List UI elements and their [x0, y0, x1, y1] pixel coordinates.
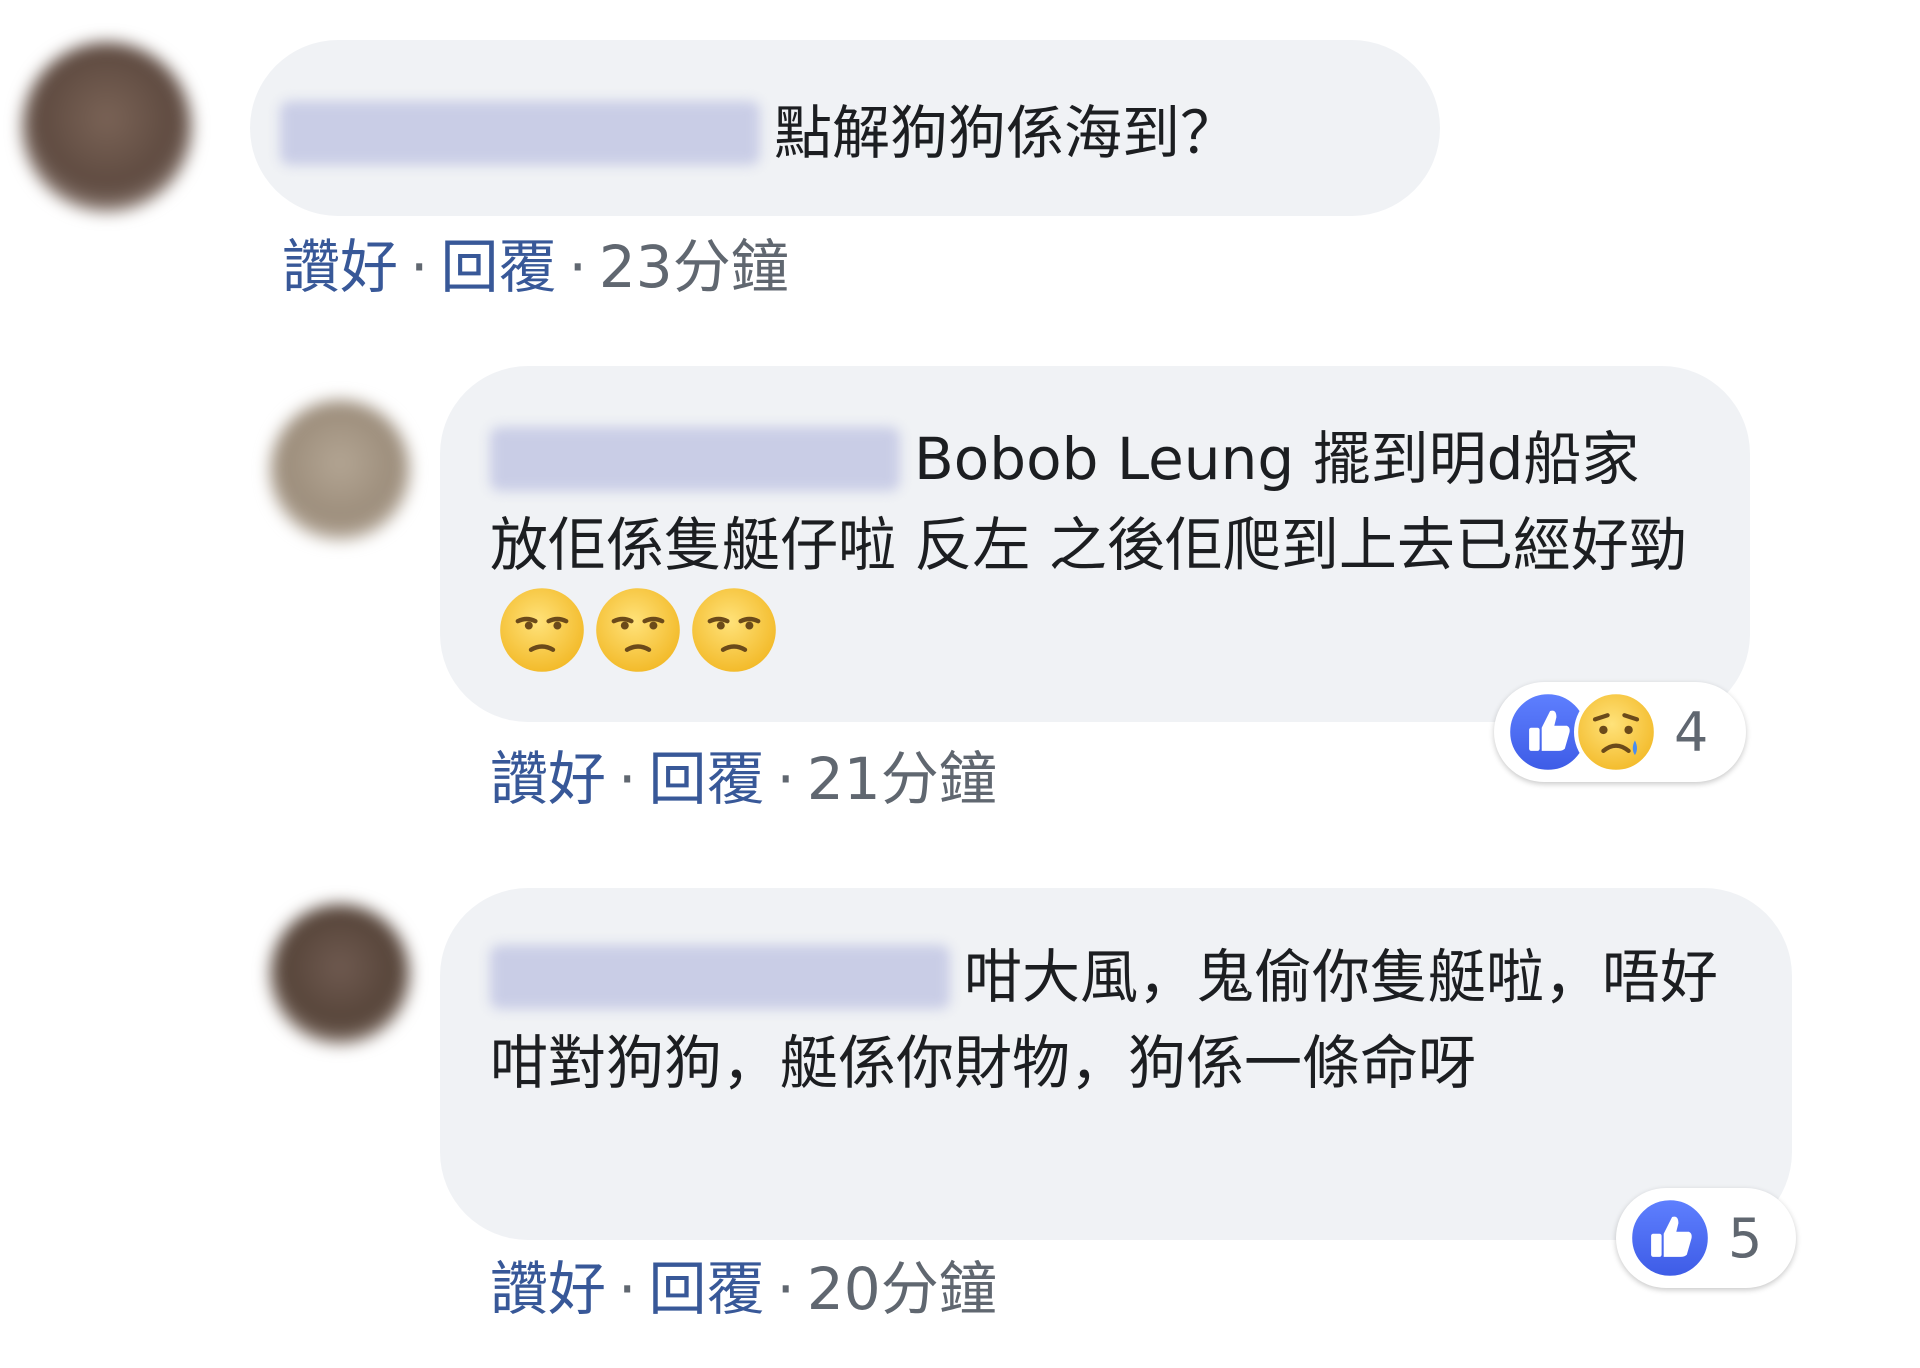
comment-actions: 讚好 · 回覆 · 23分鐘 — [282, 232, 789, 302]
separator-dot: · — [776, 745, 795, 813]
reply-link[interactable]: 回覆 — [648, 1255, 764, 1323]
comment-actions: 讚好 · 回覆 · 21分鐘 — [490, 744, 997, 814]
reaction-count: 4 — [1674, 700, 1709, 764]
comment-text: 點解狗狗係海到？ — [774, 98, 1239, 167]
separator-dot: · — [410, 233, 429, 301]
reactions-summary[interactable]: 5 — [1616, 1188, 1796, 1288]
unamused-emoji-icon — [500, 587, 584, 672]
timestamp[interactable]: 21分鐘 — [807, 745, 997, 813]
avatar[interactable] — [270, 400, 410, 540]
author-name-blurred[interactable] — [490, 944, 950, 1009]
comment-bubble: 咁大風，鬼偷你隻艇啦，唔好咁對狗狗，艇係你財物，狗係一條命呀 — [440, 888, 1792, 1240]
comment-bubble: 點解狗狗係海到？ — [250, 40, 1440, 216]
separator-dot: · — [776, 1255, 795, 1323]
avatar[interactable] — [22, 42, 192, 212]
author-name-blurred[interactable] — [280, 100, 760, 165]
reply-link[interactable]: 回覆 — [648, 745, 764, 813]
reactions-summary[interactable]: 4 — [1494, 682, 1746, 782]
avatar[interactable] — [270, 904, 410, 1044]
sad-reaction-icon — [1574, 690, 1658, 774]
timestamp[interactable]: 23分鐘 — [599, 233, 789, 301]
emoji-row — [490, 586, 778, 677]
like-link[interactable]: 讚好 — [490, 745, 606, 813]
separator-dot: · — [568, 233, 587, 301]
author-name-blurred[interactable] — [490, 426, 900, 491]
unamused-emoji-icon — [692, 587, 776, 672]
timestamp[interactable]: 20分鐘 — [807, 1255, 997, 1323]
like-link[interactable]: 讚好 — [490, 1255, 606, 1323]
like-link[interactable]: 讚好 — [282, 233, 398, 301]
separator-dot: · — [618, 745, 637, 813]
like-reaction-icon — [1628, 1196, 1712, 1280]
separator-dot: · — [618, 1255, 637, 1323]
reaction-count: 5 — [1728, 1206, 1763, 1270]
reply-link[interactable]: 回覆 — [440, 233, 556, 301]
unamused-emoji-icon — [596, 587, 680, 672]
comment-actions: 讚好 · 回覆 · 20分鐘 — [490, 1254, 997, 1324]
comment-bubble: Bobob Leung 擺到明d船家放佢係隻艇仔啦 反左 之後佢爬到上去已經好勁 — [440, 366, 1750, 722]
